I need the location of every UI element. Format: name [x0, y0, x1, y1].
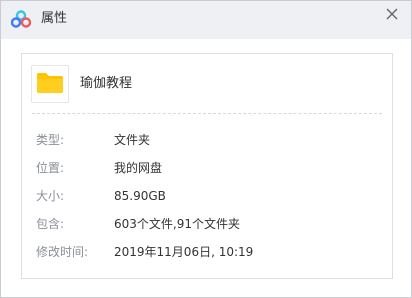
- file-thumbnail: [31, 65, 69, 103]
- title-bar[interactable]: 属性: [1, 1, 411, 39]
- divider: [32, 113, 382, 114]
- property-value: 603个文件,91个文件夹: [114, 217, 240, 231]
- property-label: 类型:: [36, 133, 65, 147]
- baidu-netdisk-cloud-icon: [11, 10, 31, 28]
- property-label: 大小:: [36, 189, 65, 203]
- properties-dialog: 属性 瑜伽教程 类型: 文件夹 位置: 我的网盘 大小: 85.90GB 包含:: [0, 0, 412, 298]
- property-label: 包含:: [36, 217, 65, 231]
- property-label: 修改时间:: [36, 245, 89, 259]
- property-value: 文件夹: [114, 133, 151, 147]
- property-value: 我的网盘: [114, 161, 163, 175]
- folder-icon: [37, 73, 63, 93]
- property-value: 85.90GB: [114, 189, 166, 203]
- property-label: 位置:: [36, 161, 65, 175]
- dialog-title: 属性: [41, 11, 68, 26]
- properties-panel: 瑜伽教程 类型: 文件夹 位置: 我的网盘 大小: 85.90GB 包含: 60…: [21, 53, 393, 279]
- close-icon[interactable]: [384, 6, 400, 22]
- file-name: 瑜伽教程: [80, 76, 133, 91]
- property-value: 2019年11月06日, 10:19: [114, 245, 254, 259]
